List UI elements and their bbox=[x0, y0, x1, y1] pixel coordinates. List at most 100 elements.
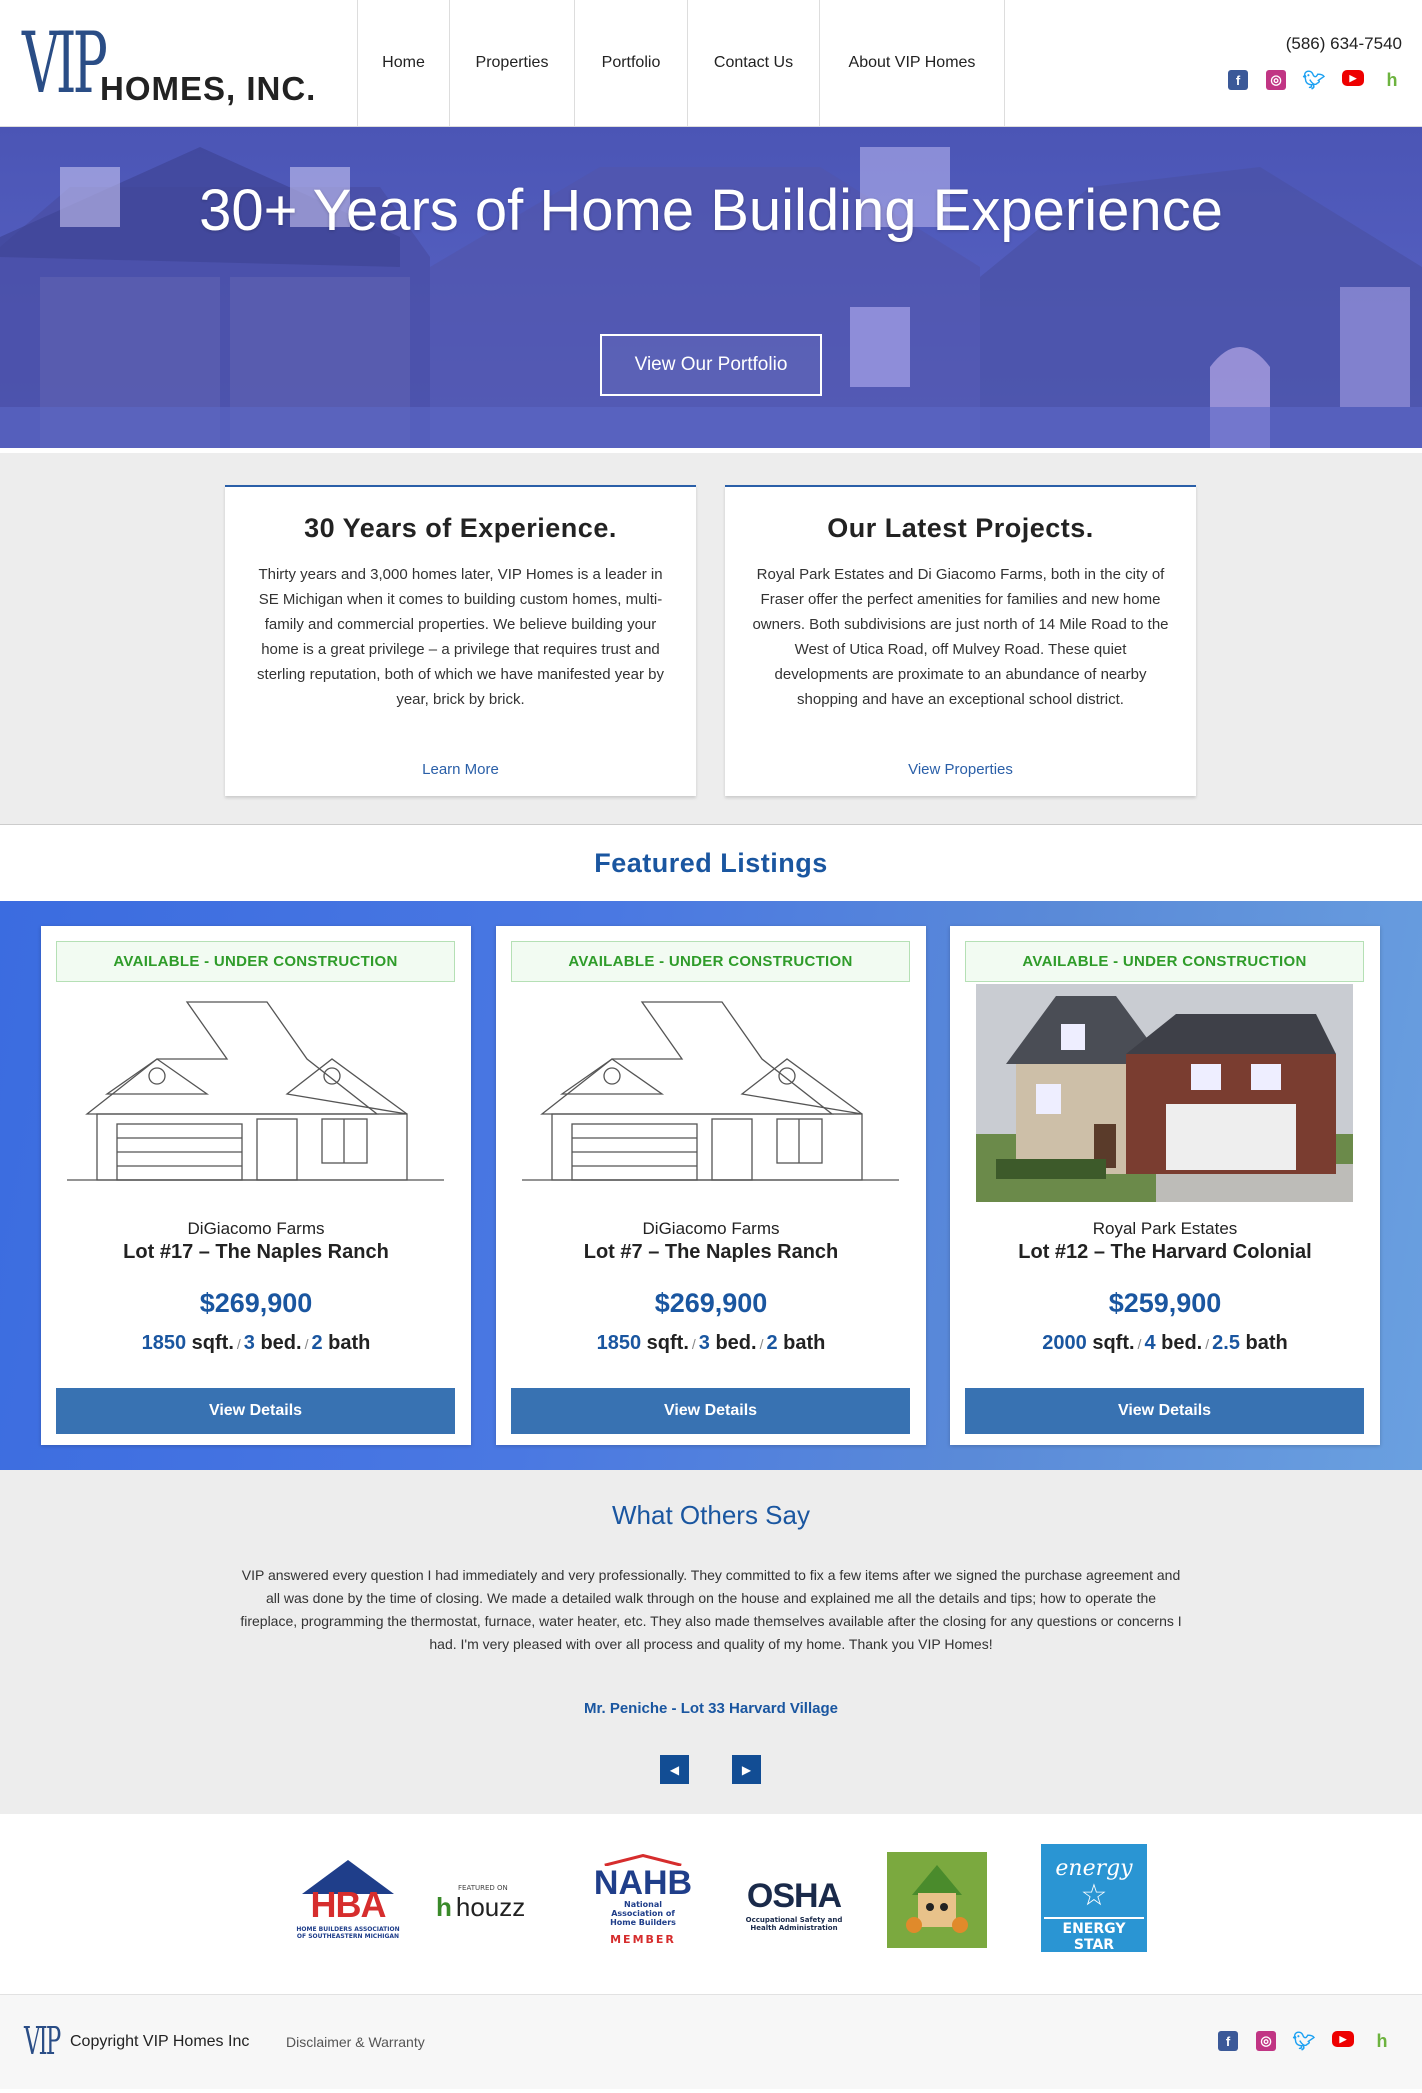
testimonial-author: Mr. Peniche - Lot 33 Harvard Village bbox=[584, 1700, 838, 1717]
listing-name: Lot #12 – The Harvard Colonial bbox=[1018, 1241, 1312, 1263]
nahb-logo-caption: National Association of Home Builders bbox=[610, 1900, 676, 1927]
listing-name: Lot #17 – The Naples Ranch bbox=[123, 1241, 389, 1263]
energy-star-label: ENERGY STAR bbox=[1044, 1916, 1144, 1953]
houzz-icon: h bbox=[436, 1891, 452, 1922]
view-details-button[interactable]: View Details bbox=[56, 1388, 455, 1434]
site-header: VIP HOMES, INC. Home Properties Portfoli… bbox=[0, 0, 1422, 127]
facebook-icon[interactable]: f bbox=[1218, 2031, 1238, 2051]
mascot-badge-logo[interactable] bbox=[887, 1852, 987, 1948]
site-footer: VIP Copyright VIP Homes Inc Disclaimer &… bbox=[0, 1994, 1422, 2089]
house-elevation-drawing bbox=[67, 1001, 444, 1181]
listing-card: AVAILABLE - UNDER CONSTRUCTION DiGiacomo… bbox=[496, 926, 926, 1445]
beds-label: bed. bbox=[715, 1332, 757, 1354]
nav-about[interactable]: About VIP Homes bbox=[820, 0, 1005, 126]
listing-price: $269,900 bbox=[199, 1288, 313, 1318]
hba-logo-text: HBA bbox=[310, 1884, 387, 1925]
listing-card: AVAILABLE - UNDER CONSTRUCTION Royal Par… bbox=[950, 926, 1380, 1445]
partner-logos: HBA HOME BUILDERS ASSOCIATION OF SOUTHEA… bbox=[0, 1814, 1422, 1994]
hero-banner: 30+ Years of Home Building Experience Vi… bbox=[0, 127, 1422, 448]
beds-value: 3 bbox=[243, 1332, 255, 1354]
youtube-icon[interactable]: ▶ bbox=[1332, 2031, 1354, 2047]
listing-specs: 1850 sqft./3 bed./2 bath bbox=[141, 1332, 371, 1354]
houzz-icon[interactable]: h bbox=[1382, 70, 1402, 90]
osha-logo-text: OSHA bbox=[746, 1876, 842, 1915]
testimonial-prev-button[interactable]: ◀ bbox=[660, 1755, 689, 1784]
experience-body: Thirty years and 3,000 homes later, VIP … bbox=[257, 566, 664, 708]
projects-title: Our Latest Projects. bbox=[827, 513, 1094, 543]
nav-properties[interactable]: Properties bbox=[450, 0, 575, 126]
baths-value: 2 bbox=[311, 1332, 323, 1354]
experience-title: 30 Years of Experience. bbox=[304, 513, 617, 543]
caret-left-icon: ◀ bbox=[669, 1762, 680, 1777]
logo-vip-text: VIP bbox=[22, 14, 108, 112]
energy-star-script-text: energy bbox=[1055, 1855, 1133, 1881]
testimonial-title: What Others Say bbox=[612, 1500, 810, 1530]
facebook-icon[interactable]: f bbox=[1228, 70, 1248, 90]
status-badge: AVAILABLE - UNDER CONSTRUCTION bbox=[511, 941, 910, 982]
testimonial-quote: VIP answered every question I had immedi… bbox=[240, 1567, 1182, 1652]
nav-contact-us[interactable]: Contact Us bbox=[688, 0, 820, 126]
status-badge: AVAILABLE - UNDER CONSTRUCTION bbox=[965, 941, 1364, 982]
hero-title: 30+ Years of Home Building Experience bbox=[199, 178, 1223, 243]
twitter-icon[interactable]: 🐦︎ bbox=[1303, 70, 1326, 90]
osha-logo[interactable]: OSHA Occupational Safety and Health Admi… bbox=[740, 1872, 848, 1936]
nahb-logo-text: NAHB bbox=[593, 1864, 693, 1902]
disclaimer-link[interactable]: Disclaimer & Warranty bbox=[286, 2034, 425, 2050]
nav-home[interactable]: Home bbox=[358, 0, 450, 126]
view-details-button[interactable]: View Details bbox=[511, 1388, 910, 1434]
hba-logo[interactable]: HBA HOME BUILDERS ASSOCIATION OF SOUTHEA… bbox=[296, 1850, 400, 1946]
sqft-value: 1850 bbox=[141, 1332, 187, 1354]
hba-logo-caption: HOME BUILDERS ASSOCIATION OF SOUTHEASTER… bbox=[296, 1926, 400, 1940]
twitter-icon[interactable]: 🐦︎ bbox=[1293, 2031, 1316, 2051]
sqft-label: sqft. bbox=[191, 1332, 234, 1354]
footer-logo[interactable]: VIP bbox=[24, 2019, 61, 2063]
main-nav: Home Properties Portfolio Contact Us Abo… bbox=[358, 0, 1005, 126]
listing-price: $259,900 bbox=[1108, 1288, 1222, 1318]
beds-label: bed. bbox=[1161, 1332, 1203, 1354]
baths-label: bath bbox=[1245, 1332, 1288, 1354]
view-details-button[interactable]: View Details bbox=[965, 1388, 1364, 1434]
phone-number[interactable]: (586) 634-7540 bbox=[1286, 34, 1402, 54]
houzz-logo[interactable]: FEATURED ON h houzz bbox=[436, 1880, 542, 1926]
houzz-icon[interactable]: h bbox=[1372, 2031, 1392, 2051]
intro-section: 30 Years of Experience. Thirty years and… bbox=[0, 448, 1422, 825]
sqft-label: sqft. bbox=[1092, 1332, 1135, 1354]
sqft-label: sqft. bbox=[646, 1332, 689, 1354]
nav-portfolio[interactable]: Portfolio bbox=[575, 0, 688, 126]
baths-label: bath bbox=[328, 1332, 371, 1354]
status-badge: AVAILABLE - UNDER CONSTRUCTION bbox=[56, 941, 455, 982]
houzz-wordmark: h houzz bbox=[436, 1892, 525, 1923]
listing-community: DiGiacomo Farms bbox=[187, 1219, 325, 1238]
houzz-logo-text: houzz bbox=[455, 1891, 526, 1922]
youtube-icon[interactable]: ▶ bbox=[1342, 70, 1364, 86]
featured-listings: AVAILABLE - UNDER CONSTRUCTION DiGiacomo… bbox=[0, 901, 1422, 1470]
baths-label: bath bbox=[783, 1332, 826, 1354]
testimonial-section: What Others Say VIP answered every quest… bbox=[0, 1470, 1422, 1814]
copyright-text: Copyright VIP Homes Inc bbox=[70, 2033, 250, 2050]
beds-label: bed. bbox=[260, 1332, 302, 1354]
listing-community: Royal Park Estates bbox=[1092, 1219, 1238, 1238]
listing-specs: 2000 sqft./4 bed./2.5 bath bbox=[1042, 1332, 1288, 1354]
caret-right-icon: ▶ bbox=[741, 1762, 752, 1777]
instagram-icon[interactable]: ◎ bbox=[1266, 70, 1286, 90]
nahb-logo[interactable]: NAHB National Association of Home Builde… bbox=[588, 1854, 698, 1946]
star-icon: ☆ bbox=[1080, 1877, 1108, 1913]
house-elevation-drawing bbox=[522, 1001, 899, 1181]
instagram-icon[interactable]: ◎ bbox=[1256, 2031, 1276, 2051]
header-social-links: f ◎ 🐦︎ ▶ h bbox=[1228, 70, 1402, 90]
view-portfolio-button[interactable]: View Our Portfolio bbox=[600, 334, 822, 396]
sqft-value: 1850 bbox=[596, 1332, 642, 1354]
energy-star-logo[interactable]: energy ☆ ENERGY STAR bbox=[1041, 1844, 1147, 1953]
sqft-value: 2000 bbox=[1042, 1332, 1087, 1354]
listing-name: Lot #7 – The Naples Ranch bbox=[583, 1241, 839, 1263]
projects-card: Our Latest Projects. Royal Park Estates … bbox=[725, 485, 1196, 796]
listing-price: $269,900 bbox=[654, 1288, 768, 1318]
view-properties-link[interactable]: View Properties bbox=[725, 761, 1196, 778]
footer-social-links: f ◎ 🐦︎ ▶ h bbox=[1218, 2031, 1392, 2051]
featured-listings-title: Featured Listings bbox=[594, 847, 828, 878]
houzz-featured-label: FEATURED ON bbox=[458, 1883, 508, 1892]
site-logo[interactable]: VIP HOMES, INC. bbox=[0, 0, 358, 126]
learn-more-link[interactable]: Learn More bbox=[225, 761, 696, 778]
nahb-member-label: MEMBER bbox=[610, 1933, 676, 1946]
testimonial-next-button[interactable]: ▶ bbox=[732, 1755, 761, 1784]
